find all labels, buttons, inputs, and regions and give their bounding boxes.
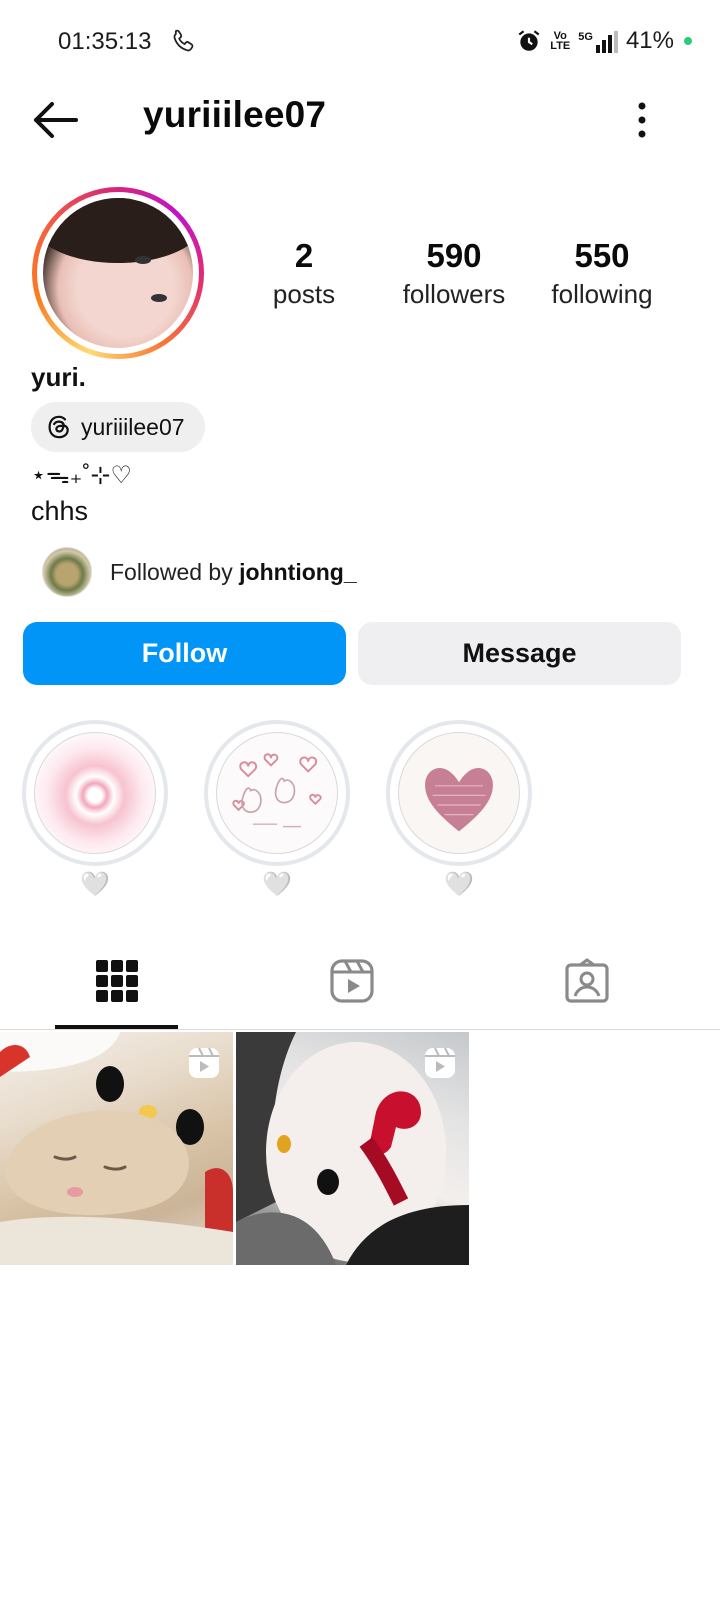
volte-indicator: Vo LTE [550, 30, 571, 52]
followers-stat[interactable]: 590 followers [384, 236, 524, 312]
followed-by-username: johntiong_ [239, 558, 357, 585]
post-thumbnail[interactable] [0, 1032, 233, 1265]
followers-label: followers [402, 279, 506, 309]
reels-icon[interactable] [329, 958, 375, 1004]
signal-icon: 5G [578, 29, 618, 53]
reel-badge-icon [425, 1047, 455, 1078]
grid-icon[interactable] [94, 958, 140, 1004]
mutual-follower-avatar [42, 547, 92, 597]
active-tab-indicator [55, 1025, 178, 1029]
threads-icon [48, 415, 69, 439]
posts-count: 2 [294, 237, 314, 274]
threads-link[interactable]: yuriiilee07 [31, 402, 205, 452]
highlight-cover [34, 732, 156, 854]
following-label: following [551, 279, 653, 309]
bio-line: ⋆ᯓ₊˚⊹♡ [31, 462, 132, 489]
highlight-cover [216, 732, 338, 854]
threads-handle: yuriiilee07 [81, 413, 185, 440]
story-highlight[interactable]: 🤍 [22, 720, 168, 899]
posts-label: posts [272, 279, 336, 309]
message-button[interactable]: Message [358, 622, 681, 685]
followed-by-prefix: Followed by [110, 558, 240, 585]
story-highlight[interactable]: 🤍 [386, 720, 532, 899]
alarm-icon [518, 30, 540, 51]
story-highlight[interactable]: 🤍 [204, 720, 350, 899]
highlight-label: 🤍 [262, 871, 292, 898]
posts-stat[interactable]: 2 posts [234, 236, 374, 312]
status-icons: Vo LTE 5G 41% [516, 26, 692, 56]
more-options-icon[interactable] [620, 96, 664, 144]
highlight-label: 🤍 [444, 871, 474, 898]
following-count: 550 [574, 237, 630, 274]
battery-level: 41% [625, 27, 674, 54]
status-bar: 01:35:13 Vo LTE 5G 41% [0, 0, 720, 80]
profile-tabs [0, 940, 720, 1030]
following-stat[interactable]: 550 following [532, 236, 672, 312]
back-arrow-icon[interactable] [30, 98, 80, 142]
highlight-cover [398, 732, 520, 854]
story-ring[interactable] [32, 187, 204, 359]
network-type: 5G [578, 31, 593, 43]
bio-line: chhs [31, 496, 89, 526]
post-thumbnail[interactable] [236, 1032, 469, 1265]
reel-badge-icon [189, 1047, 219, 1078]
page-title: yuriiilee07 [143, 94, 327, 135]
status-time: 01:35:13 [58, 28, 152, 55]
display-name: yuri. [31, 362, 86, 392]
profile-header: yuriiilee07 [0, 80, 720, 160]
tagged-icon[interactable] [564, 958, 610, 1004]
followers-count: 590 [426, 237, 482, 274]
mutual-followers[interactable]: Followed by johntiong_ [42, 546, 357, 598]
mutual-followers-text: Followed by johntiong_ [110, 559, 357, 586]
avatar [43, 198, 193, 348]
privacy-dot [684, 37, 692, 45]
follow-button[interactable]: Follow [23, 622, 346, 685]
phone-call-icon [173, 29, 194, 52]
highlight-label: 🤍 [80, 871, 110, 898]
